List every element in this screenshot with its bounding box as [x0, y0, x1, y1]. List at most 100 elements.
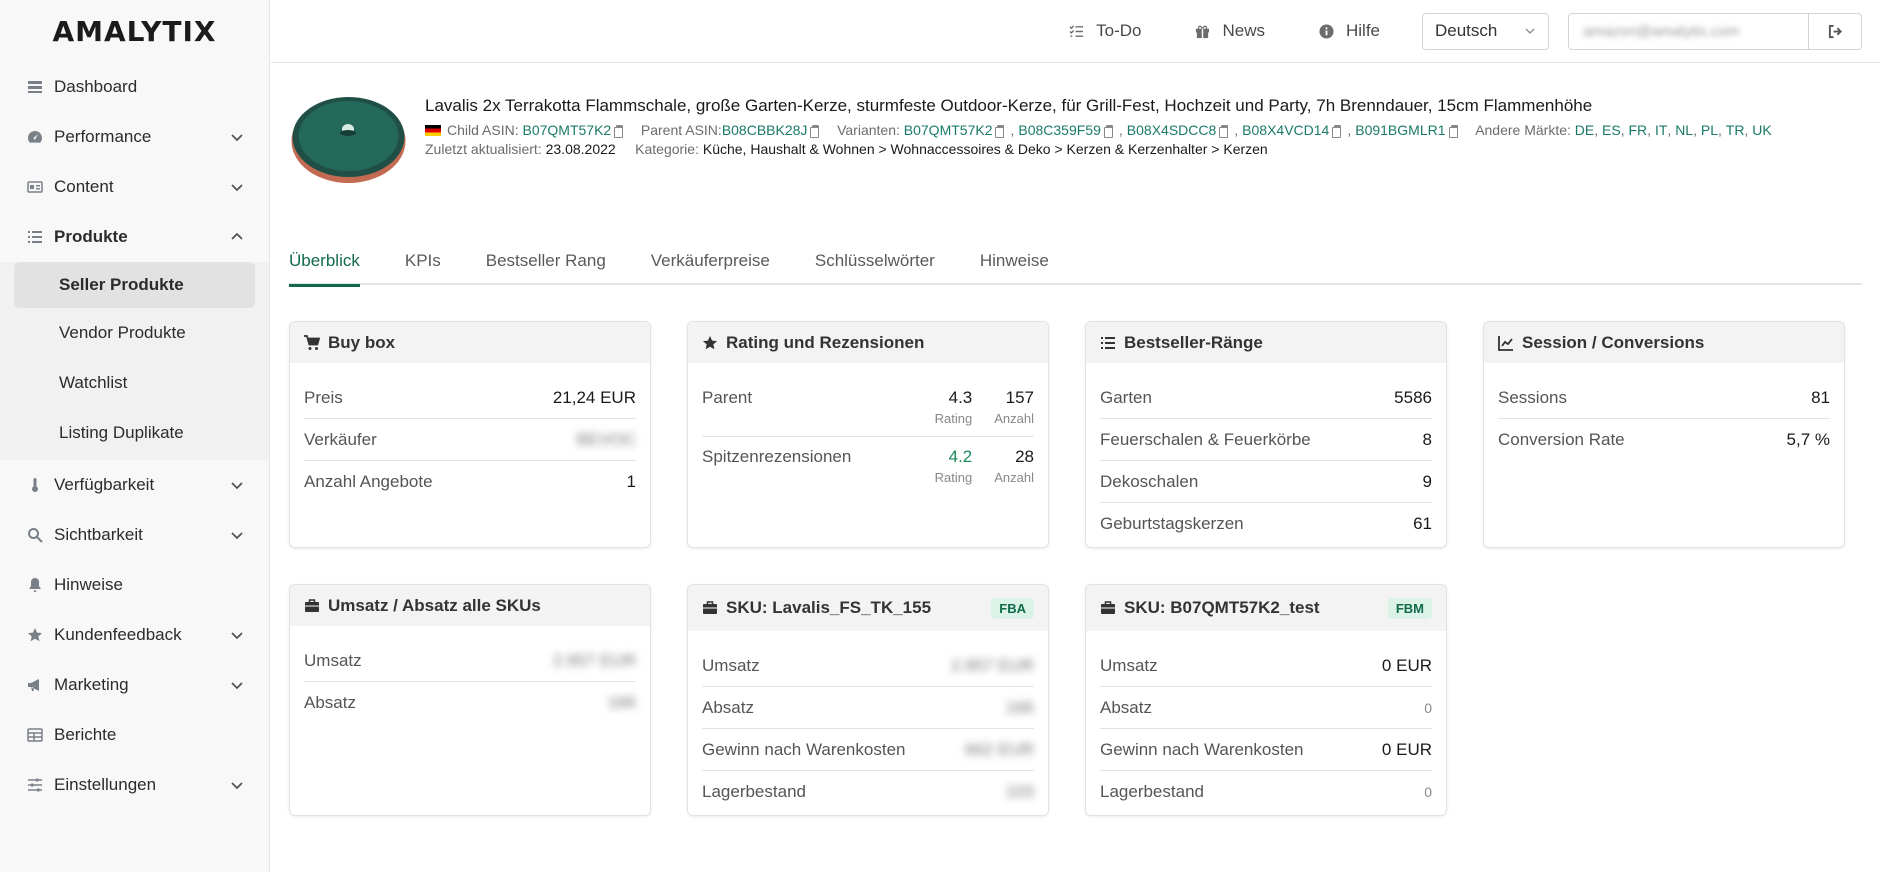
variant-link[interactable]: B07QMT57K2: [904, 122, 993, 138]
sidebar-item-label: Verfügbarkeit: [54, 475, 155, 494]
sku-fbm-card: SKU: B07QMT57K2_test FBM Umsatz 0 EUR Abs…: [1085, 584, 1447, 816]
market-link[interactable]: UK: [1752, 122, 1771, 138]
row-label: Lagerbestand: [702, 782, 806, 801]
sidebar-subitem-watchlist[interactable]: Watchlist: [14, 358, 255, 408]
sidebar-item-marketing[interactable]: Marketing: [0, 660, 269, 710]
sidebar-item-produkte[interactable]: Produkte: [0, 212, 269, 262]
variant-link[interactable]: B091BGMLR1: [1355, 122, 1445, 138]
tab-ueberblick[interactable]: Überblick: [289, 248, 360, 287]
product-asin-line: Child ASIN: B07QMT57K2 Parent ASIN: B08C…: [425, 122, 1772, 138]
market-link[interactable]: TR: [1726, 122, 1745, 138]
tab-kpis[interactable]: KPIs: [405, 248, 441, 285]
product-tabs: Überblick KPIs Bestseller Rang Verkäufer…: [289, 248, 1862, 287]
market-link[interactable]: PL: [1701, 122, 1718, 138]
sku-row: Lagerbestand 0: [1100, 771, 1432, 813]
market-link[interactable]: ES: [1602, 122, 1621, 138]
row-value: 166: [1005, 697, 1034, 717]
card-title: Bestseller-Ränge: [1124, 332, 1263, 352]
row-label: Anzahl Angebote: [304, 472, 433, 491]
row-label: Absatz: [304, 693, 356, 712]
todo-link[interactable]: To-Do: [1069, 21, 1141, 41]
market-link[interactable]: FR: [1629, 122, 1648, 138]
news-link[interactable]: News: [1195, 21, 1265, 41]
market-link[interactable]: NL: [1675, 122, 1693, 138]
sidebar-item-label: Dashboard: [54, 77, 138, 96]
sidebar-item-sichtbarkeit[interactable]: Sichtbarkeit: [0, 510, 269, 560]
row-label: Feuerschalen & Feuerkörbe: [1100, 429, 1311, 449]
tab-verkaeuferpreise[interactable]: Verkäuferpreise: [651, 248, 770, 285]
chevron-down-icon[interactable]: [230, 528, 244, 542]
list-ol-icon: [1101, 336, 1115, 349]
copy-icon[interactable]: [1332, 124, 1342, 138]
copy-icon[interactable]: [1103, 124, 1113, 138]
sidebar-item-berichte[interactable]: Berichte: [0, 710, 269, 760]
help-link[interactable]: Hilfe: [1319, 21, 1380, 41]
sku-row: Umsatz 0 EUR: [1100, 645, 1432, 687]
sidebar-item-label: Content: [54, 177, 114, 196]
tab-schluesselwoerter[interactable]: Schlüsselwörter: [815, 248, 935, 285]
sidebar-subitem-listing-duplikate[interactable]: Listing Duplikate: [14, 408, 255, 458]
bestseller-row: Geburtstagskerzen 61: [1100, 503, 1432, 545]
rating-card: Rating und Rezensionen Parent 4.3 Rating …: [687, 321, 1049, 548]
card-title: Buy box: [328, 332, 396, 352]
copy-icon[interactable]: [810, 124, 820, 138]
variant-link[interactable]: B08X4SDCC8: [1127, 122, 1217, 138]
child-asin-label: Child ASIN:: [447, 122, 519, 138]
chevron-down-icon[interactable]: [230, 180, 244, 194]
help-label: Hilfe: [1345, 21, 1380, 40]
app-logo[interactable]: AMALYTIX: [0, 0, 269, 62]
sidebar-item-einstellungen[interactable]: Einstellungen: [0, 760, 269, 810]
row-label: Parent: [702, 388, 753, 407]
market-link[interactable]: DE: [1575, 122, 1594, 138]
row-value: BEVOC: [576, 429, 636, 449]
sidebar-item-label: Hinweise: [54, 575, 123, 594]
sidebar-item-kundenfeedback[interactable]: Kundenfeedback: [0, 610, 269, 660]
sidebar-item-label: Produkte: [54, 227, 128, 246]
row-value: 0: [1424, 699, 1432, 716]
sidebar-item-label: Marketing: [54, 675, 129, 694]
product-image[interactable]: [290, 93, 407, 185]
row-label: Umsatz: [304, 650, 362, 670]
chevron-down-icon[interactable]: [230, 678, 244, 692]
copy-icon[interactable]: [614, 124, 624, 138]
row-label: Garten: [1100, 387, 1152, 407]
child-asin-link[interactable]: B07QMT57K2: [522, 122, 611, 138]
row-label: Spitzenrezensionen: [702, 447, 852, 466]
row-value: 21,24 EUR: [552, 387, 636, 407]
language-select[interactable]: Deutsch: [1422, 12, 1549, 50]
market-link[interactable]: IT: [1655, 122, 1667, 138]
sidebar-nav: Dashboard Performance Content Produkte S…: [0, 62, 269, 810]
row-label: Dekoschalen: [1100, 471, 1199, 491]
variant-link[interactable]: B08X4VCD14: [1242, 122, 1329, 138]
parent-asin-link[interactable]: B08CBBK28J: [722, 122, 808, 138]
user-email[interactable]: amazon@amalytix.com: [1569, 23, 1808, 40]
copy-icon[interactable]: [1219, 124, 1229, 138]
info-icon: [1319, 23, 1334, 39]
top-header: To-Do News Hilfe Deutsch amazon@amalytix…: [271, 0, 1880, 63]
row-label: Conversion Rate: [1498, 430, 1625, 449]
briefcase-icon: [1101, 601, 1115, 614]
sidebar-subitem-vendor-produkte[interactable]: Vendor Produkte: [14, 308, 255, 358]
sidebar-subitem-seller-produkte[interactable]: Seller Produkte: [14, 262, 255, 308]
buybox-card: Buy box Preis 21,24 EUR Verkäufer BEVOC An…: [289, 321, 651, 548]
bestseller-row: Garten 5586: [1100, 377, 1432, 419]
chevron-down-icon[interactable]: [230, 778, 244, 792]
tab-hinweise[interactable]: Hinweise: [980, 248, 1049, 285]
sidebar-item-verfuegbarkeit[interactable]: Verfügbarkeit: [0, 460, 269, 510]
chevron-up-icon[interactable]: [230, 230, 244, 244]
sidebar-item-dashboard[interactable]: Dashboard: [0, 62, 269, 112]
sidebar-item-hinweise[interactable]: Hinweise: [0, 560, 269, 610]
row-label: Preis: [304, 387, 343, 407]
chevron-down-icon[interactable]: [230, 130, 244, 144]
variant-link[interactable]: B08C359F59: [1018, 122, 1101, 138]
tab-bestseller-rang[interactable]: Bestseller Rang: [486, 248, 606, 285]
sidebar-item-performance[interactable]: Performance: [0, 112, 269, 162]
sidebar-item-content[interactable]: Content: [0, 162, 269, 212]
logout-button[interactable]: [1808, 13, 1861, 49]
copy-icon[interactable]: [995, 124, 1005, 138]
chevron-down-icon[interactable]: [230, 478, 244, 492]
gauge-icon: [26, 128, 44, 146]
bestseller-row: Dekoschalen 9: [1100, 461, 1432, 503]
copy-icon[interactable]: [1448, 124, 1458, 138]
chevron-down-icon[interactable]: [230, 628, 244, 642]
